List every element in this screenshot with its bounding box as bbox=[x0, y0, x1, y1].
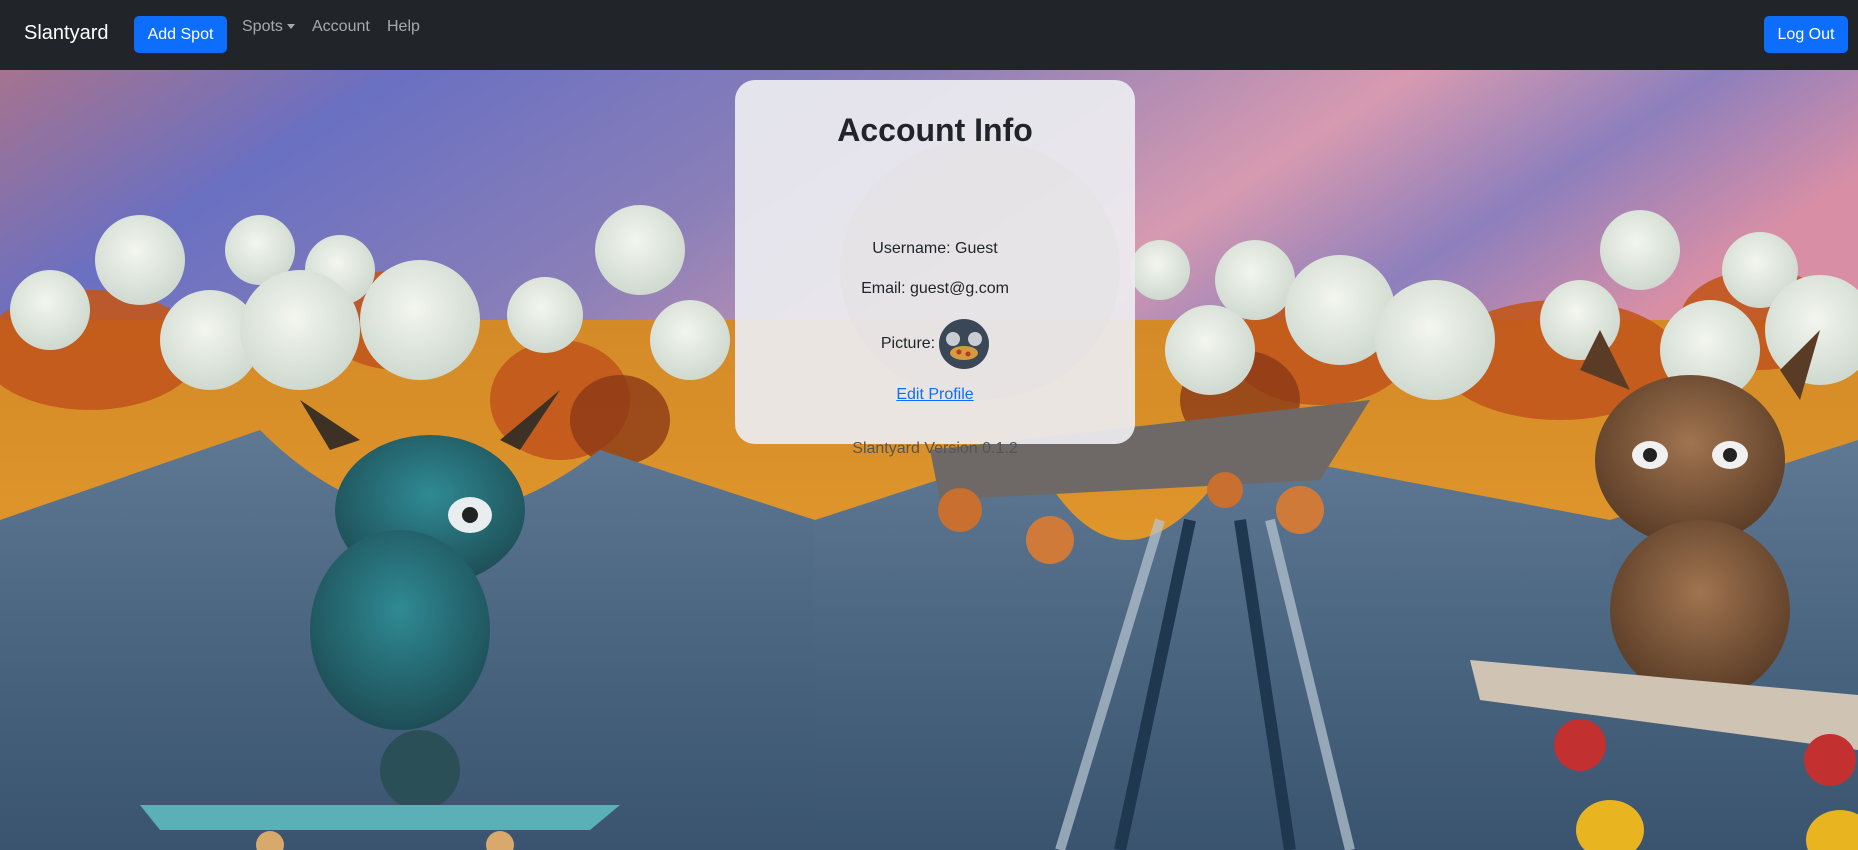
picture-label: Picture: bbox=[880, 335, 936, 352]
spots-label: Spots bbox=[242, 18, 283, 35]
spots-dropdown[interactable]: Spots bbox=[242, 18, 295, 36]
account-info-card: Account Info Username: Guest Email: gues… bbox=[735, 80, 1135, 457]
avatar bbox=[939, 319, 990, 369]
profile-pizza-icon bbox=[939, 319, 990, 369]
version-text: Slantyard Version 0.1.2 bbox=[852, 440, 1018, 457]
caret-down-icon bbox=[286, 24, 295, 30]
edit-profile-row: Edit Profile bbox=[735, 386, 1135, 404]
username-text: Username: Guest bbox=[872, 240, 998, 257]
account-link[interactable]: Account bbox=[312, 18, 370, 36]
account-info-title: Account Info bbox=[837, 112, 1033, 148]
edit-profile-link[interactable]: Edit Profile bbox=[896, 386, 973, 403]
help-link[interactable]: Help bbox=[387, 18, 420, 36]
add-spot-button[interactable]: Add Spot bbox=[134, 16, 227, 53]
brand-link[interactable]: Slantyard bbox=[24, 22, 109, 45]
log-out-button[interactable]: Log Out bbox=[1764, 16, 1848, 53]
picture-row: Picture: bbox=[735, 318, 1135, 370]
navbar: Slantyard Add Spot Spots Account Help Lo… bbox=[0, 0, 1858, 70]
email-text: Email: guest@g.com bbox=[861, 280, 1009, 297]
